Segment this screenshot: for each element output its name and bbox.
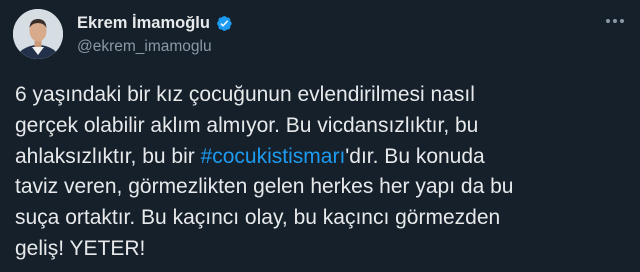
more-horizontal-icon	[606, 19, 624, 23]
tweet-line-4: taviz veren, görmezlikten gelen herkes h…	[15, 175, 514, 199]
tweet-line-1: 6 yaşındaki bir kız çocuğunun evlendiril…	[15, 83, 475, 106]
hashtag-link[interactable]: #cocukistismarı	[201, 145, 346, 168]
name-row: Ekrem İmamoğlu	[77, 12, 233, 34]
display-name[interactable]: Ekrem İmamoğlu	[77, 14, 210, 33]
tweet-line-3: ahlaksızlıktır, bu bir #cocukistismarı'd…	[15, 142, 625, 173]
tweet-line-5: suça ortaktır. Bu kaçıncı olay, bu kaçın…	[15, 206, 501, 230]
tweet-text: 6 yaşındaki bir kız çocuğunun evlendiril…	[15, 80, 625, 265]
avatar-image	[13, 9, 63, 59]
tweet-card: Ekrem İmamoğlu @ekrem_imamoglu 6 yaşında…	[0, 0, 640, 272]
tweet-line-2: gerçek olabilir aklım almıyor. Bu vicdan…	[15, 113, 479, 137]
author-info: Ekrem İmamoğlu @ekrem_imamoglu	[77, 12, 233, 56]
tweet-line-3-end: 'dır. Bu konuda	[345, 144, 485, 168]
handle[interactable]: @ekrem_imamoglu	[77, 38, 233, 56]
more-options-button[interactable]	[604, 10, 626, 32]
verified-badge-icon	[214, 14, 233, 33]
avatar[interactable]	[13, 9, 63, 59]
tweet-line-6: geliş! YETER!	[15, 236, 146, 260]
tweet-line-3-start: ahlaksızlıktır, bu bir	[15, 144, 201, 168]
